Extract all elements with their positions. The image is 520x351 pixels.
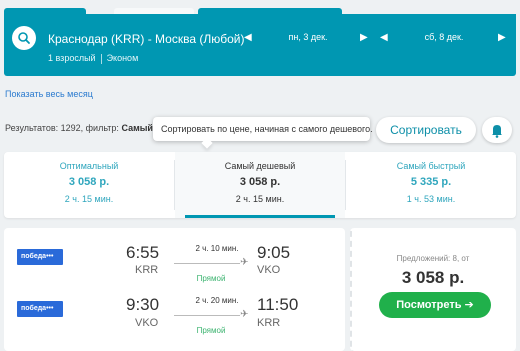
tab-duration: 1 ч. 53 мин. [406, 194, 456, 204]
search-button[interactable] [12, 26, 36, 50]
arrival-time: 11:50 [257, 295, 299, 314]
arrival-airport: VKO [257, 264, 281, 276]
ticket-price: 3 058 р. [401, 268, 465, 287]
depart-next-arrow-icon[interactable]: ▶ [360, 32, 368, 43]
price-alert-button[interactable] [482, 117, 512, 143]
departure-time: 6:55 [126, 243, 160, 262]
return-next-arrow-icon[interactable]: ▶ [498, 32, 506, 43]
route-text[interactable]: Краснодар (KRR) - Москва (Любой) [48, 32, 244, 46]
departure-time: 9:30 [126, 295, 160, 314]
tab-duration: 2 ч. 15 мин. [64, 194, 114, 204]
passengers-class[interactable]: 1 взрослый Эконом [48, 53, 138, 64]
tab-fastest[interactable]: Самый быстрый 5 335 р. 1 ч. 53 мин. [346, 152, 516, 218]
sort-button[interactable]: Сортировать [376, 117, 476, 143]
airline-logo: победа••• [17, 301, 63, 317]
results-count: Результатов: 1292, фильтр: [5, 123, 119, 133]
search-summary-bar[interactable]: Краснодар (KRR) - Москва (Любой) 1 взрос… [4, 14, 516, 76]
cabin-class: Эконом [106, 53, 139, 63]
tab-title: Самый быстрый [396, 161, 466, 171]
arrival-airport: KRR [257, 317, 281, 329]
plane-icon: ✈ [240, 257, 249, 268]
results-summary: Результатов: 1292, фильтр: Самый де [5, 123, 166, 133]
departure-airport: VKO [135, 317, 159, 329]
tab-cheapest[interactable]: Самый дешевый 3 058 р. 2 ч. 15 мин. [175, 152, 345, 218]
route-line [174, 263, 240, 264]
tab-price: 3 058 р. [68, 176, 110, 188]
ticket-segments: победа••• 6:55 KRR 2 ч. 10 мин. ✈ Прямой… [4, 228, 345, 351]
active-tab-indicator [185, 215, 335, 218]
ticket-price-panel [350, 228, 516, 351]
separator [100, 53, 102, 64]
return-prev-arrow-icon[interactable]: ◀ [380, 32, 388, 43]
sort-tooltip: Сортировать по цене, начиная с самого де… [153, 117, 373, 141]
flight-type: Прямой [196, 326, 226, 335]
sort-tabs: Оптимальный 3 058 р. 2 ч. 15 мин. Самый … [4, 152, 516, 218]
bell-icon [492, 125, 502, 138]
airline-logo: победа••• [17, 249, 63, 265]
flight-type: Прямой [196, 274, 226, 283]
tab-optimal[interactable]: Оптимальный 3 058 р. 2 ч. 15 мин. [4, 152, 174, 218]
ticket-card[interactable]: победа••• 6:55 KRR 2 ч. 10 мин. ✈ Прямой… [4, 228, 516, 351]
route-line [174, 315, 240, 316]
depart-prev-arrow-icon[interactable]: ◀ [244, 32, 252, 43]
show-whole-month-link[interactable]: Показать весь месяц [5, 89, 93, 99]
tab-title: Самый дешевый [224, 161, 296, 171]
passengers-count: 1 взрослый [48, 53, 96, 63]
search-icon [18, 32, 30, 44]
view-offer-button[interactable]: Посмотреть ➔ [379, 292, 491, 318]
return-date[interactable]: сб, 8 дек. [396, 32, 492, 42]
tab-price: 3 058 р. [239, 176, 281, 188]
offers-count: Предложений: 8, от [396, 254, 470, 263]
arrival-time: 9:05 [257, 243, 291, 262]
depart-date[interactable]: пн, 3 дек. [260, 32, 356, 42]
tab-title: Оптимальный [59, 161, 119, 171]
tab-price: 5 335 р. [410, 176, 452, 188]
flight-duration: 2 ч. 10 мин. [195, 244, 239, 253]
tab-duration: 2 ч. 15 мин. [235, 194, 285, 204]
plane-icon: ✈ [240, 309, 249, 320]
flight-duration: 2 ч. 20 мин. [195, 296, 239, 305]
departure-airport: KRR [135, 264, 159, 276]
